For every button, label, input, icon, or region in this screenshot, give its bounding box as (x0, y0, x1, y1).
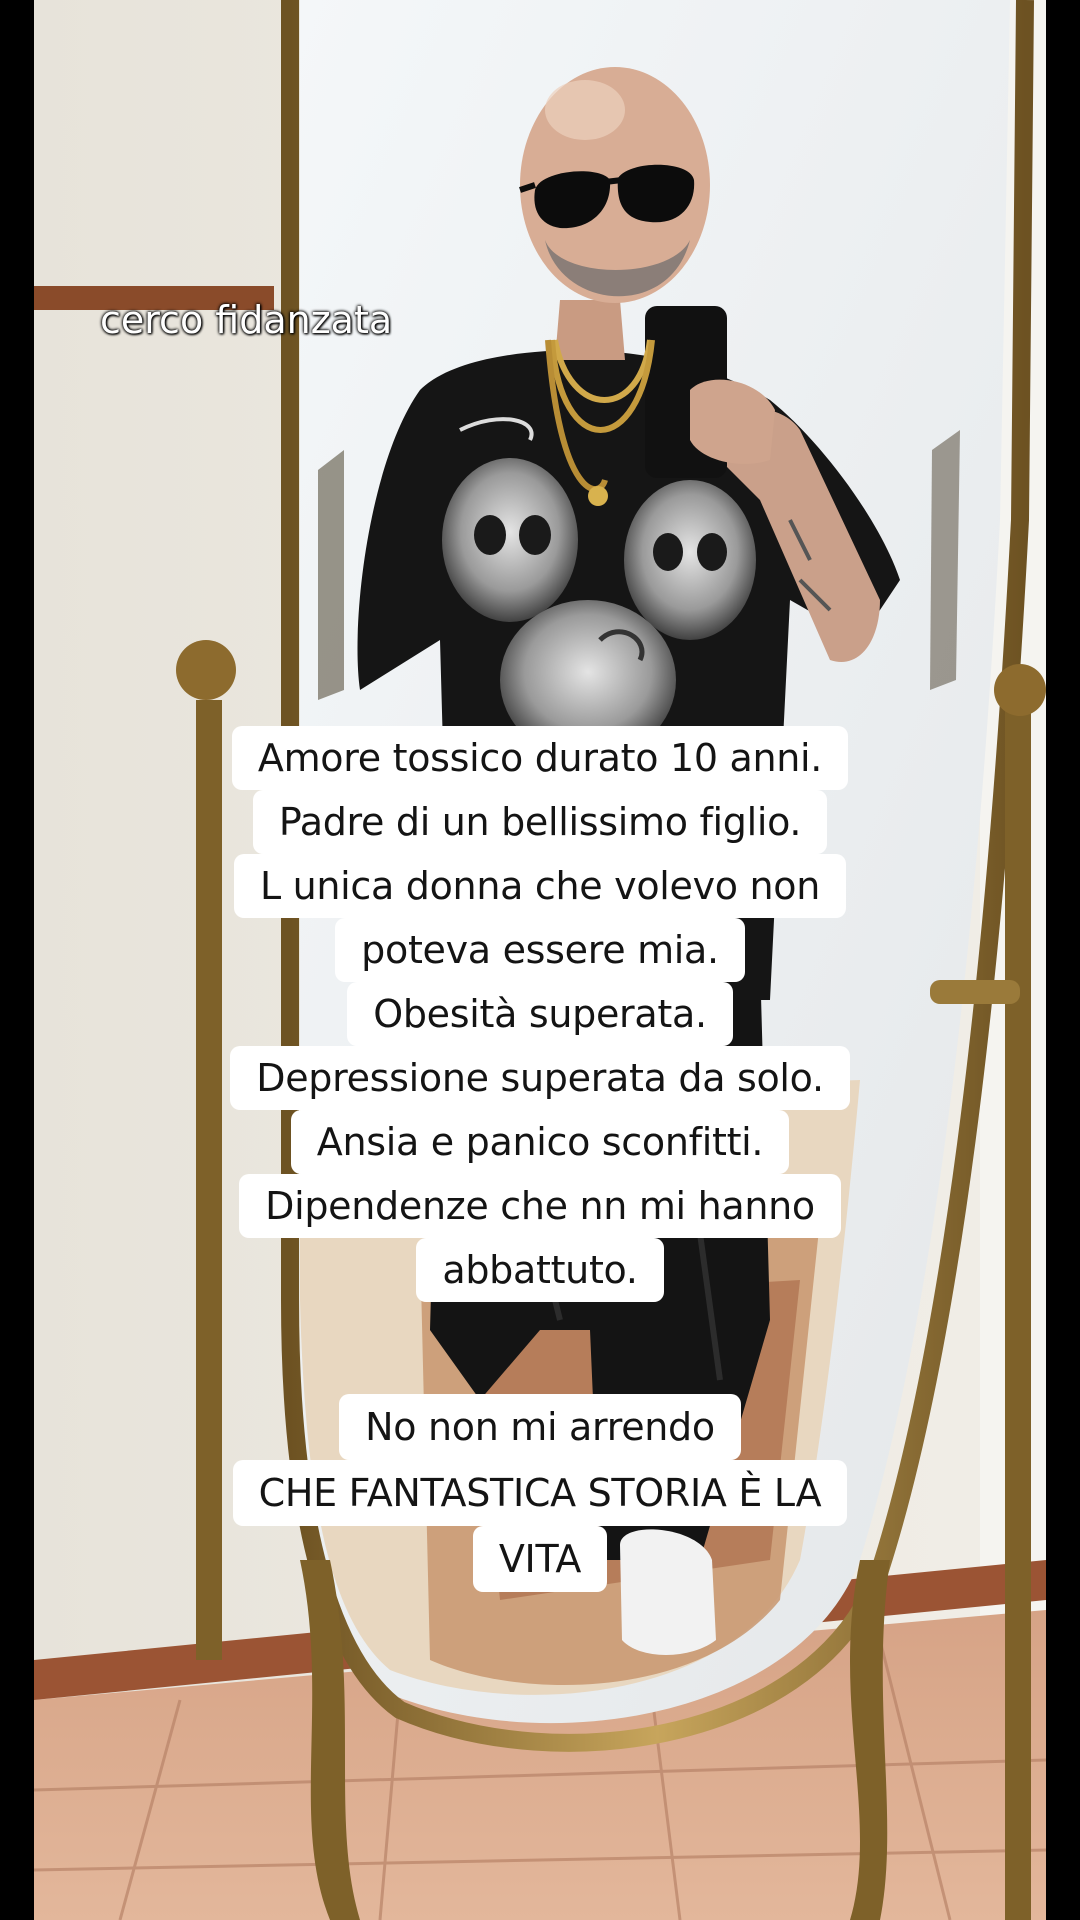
closing-line: CHE FANTASTICA STORIA È LA (232, 1460, 848, 1526)
story-line: Dipendenze che nn mi hanno (239, 1174, 841, 1238)
story-line: Ansia e panico sconfitti. (290, 1110, 790, 1174)
story-line: Obesità superata. (347, 982, 733, 1046)
story-line: Depressione superata da solo. (230, 1046, 850, 1110)
story-line: L unica donna che volevo non (233, 854, 847, 918)
top-caption: cerco fidanzata (100, 298, 393, 342)
story-line: Amore tossico durato 10 anni. (231, 726, 849, 790)
story-line: poteva essere mia. (335, 918, 745, 982)
photo-frame: cerco fidanzata Amore tossico durato 10 … (0, 0, 1080, 1920)
closing-text-block: No non mi arrendo CHE FANTASTICA STORIA … (0, 1394, 1080, 1592)
story-line: abbattuto. (416, 1238, 664, 1302)
story-text-block: Amore tossico durato 10 anni. Padre di u… (0, 726, 1080, 1302)
closing-line: VITA (472, 1526, 608, 1592)
closing-line: No non mi arrendo (339, 1394, 741, 1460)
story-line: Padre di un bellissimo figlio. (252, 790, 828, 854)
